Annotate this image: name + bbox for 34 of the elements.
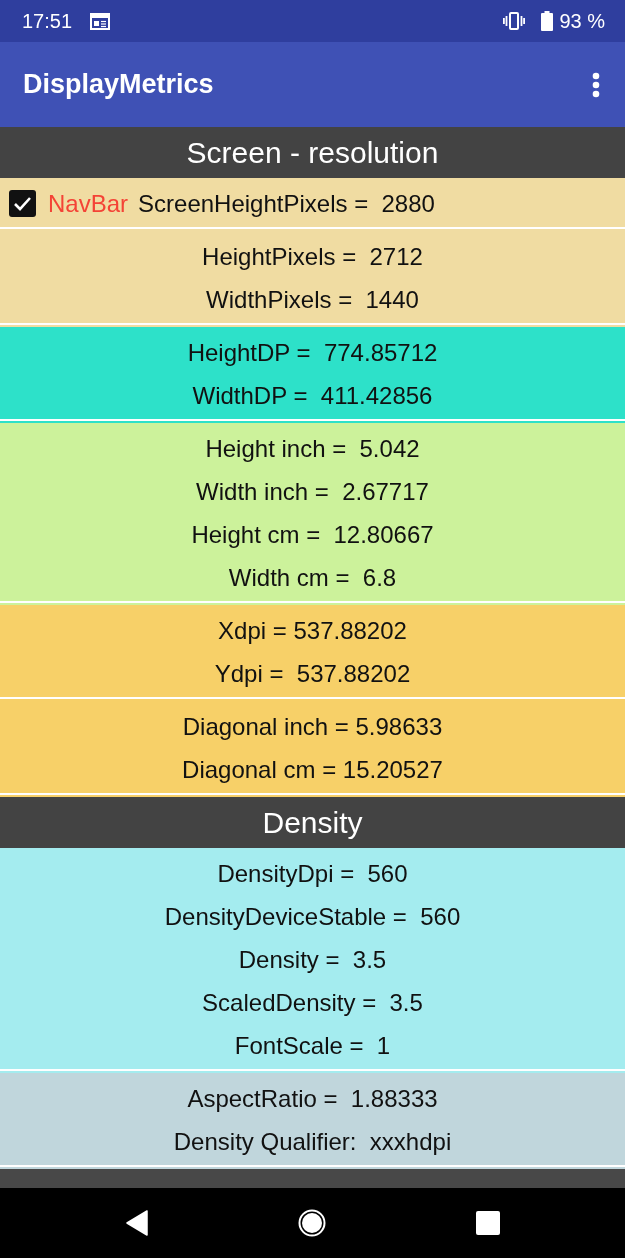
battery-percent: 93 % bbox=[559, 9, 605, 33]
metric-text: Width cm = 6.8 bbox=[227, 563, 398, 593]
metric-text: Xdpi = 537.88202 bbox=[217, 616, 408, 646]
metric-text: Diagonal cm = 15.20527 bbox=[181, 755, 444, 785]
metric-text: AspectRatio = 1.88333 bbox=[186, 1084, 439, 1114]
checkbox-icon[interactable] bbox=[9, 190, 36, 217]
metric-text: ScaledDensity = 3.5 bbox=[201, 988, 424, 1018]
metric-text: WidthPixels = 1440 bbox=[205, 285, 420, 315]
metric-text: Width inch = 2.67717 bbox=[195, 477, 430, 507]
section-header: Density bbox=[0, 797, 625, 848]
metric-text: Diagonal inch = 5.98633 bbox=[181, 712, 444, 742]
recents-icon[interactable] bbox=[475, 1211, 500, 1235]
clock-time: 17:51 bbox=[22, 9, 73, 33]
home-icon[interactable] bbox=[297, 1209, 326, 1237]
metric-text: DensityDpi = 560 bbox=[216, 859, 409, 889]
app-title: DisplayMetrics bbox=[23, 69, 215, 100]
battery-icon bbox=[541, 11, 554, 31]
metric-text: Ydpi = 537.88202 bbox=[213, 659, 412, 689]
back-icon[interactable] bbox=[125, 1210, 148, 1236]
vibrate-icon bbox=[503, 12, 526, 30]
metric-text: Height cm = 12.80667 bbox=[190, 520, 435, 550]
navbar-checkbox[interactable]: NavBar bbox=[9, 182, 129, 225]
more-menu-icon[interactable] bbox=[592, 71, 600, 98]
metric-text: FontScale = 1 bbox=[233, 1031, 392, 1061]
metric-text: DensityDeviceStable = 560 bbox=[163, 902, 462, 932]
calendar-icon bbox=[90, 12, 111, 30]
metric-text: Density = 3.5 bbox=[237, 945, 388, 975]
metric-text: HeightDP = 774.85712 bbox=[186, 338, 439, 368]
metric-text: WidthDP = 411.42856 bbox=[191, 381, 434, 411]
section-header: Screen - resolution bbox=[0, 127, 625, 178]
metric-text: Height inch = 5.042 bbox=[204, 434, 421, 464]
metric-text: ScreenHeightPixels = 2880 bbox=[138, 189, 435, 219]
metric-text: HeightPixels = 2712 bbox=[201, 242, 424, 272]
metric-text: Density Qualifier: xxxhdpi bbox=[172, 1127, 453, 1157]
